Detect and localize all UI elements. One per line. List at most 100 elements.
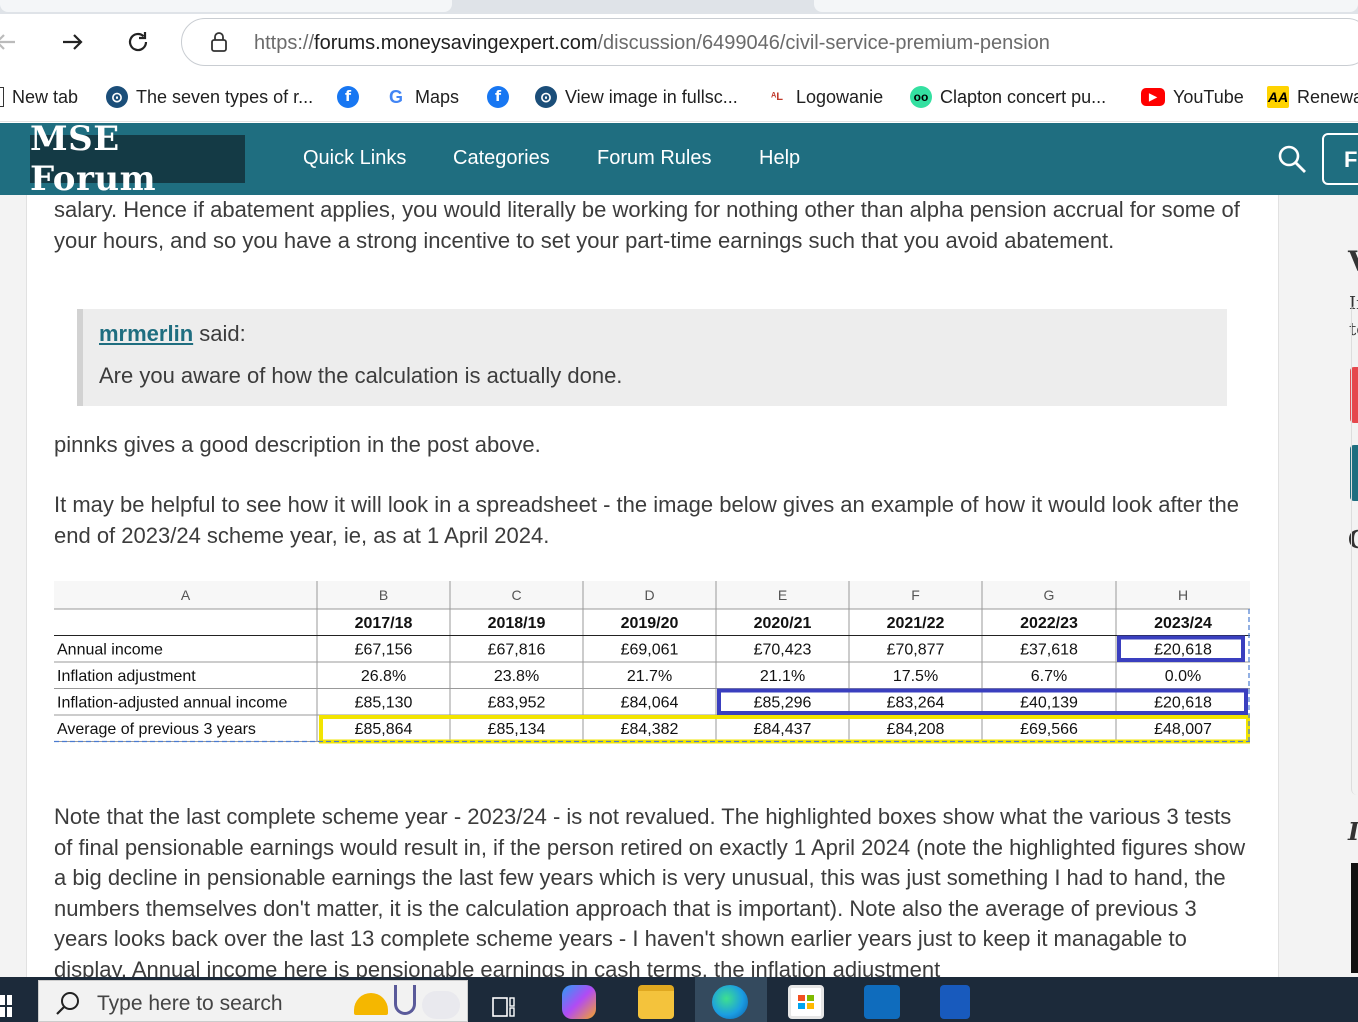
cell-value: £37,618 xyxy=(1020,642,1078,659)
reload-icon xyxy=(128,32,148,52)
column-letter: B xyxy=(379,587,388,603)
quote-attribution: mrmerlin said: xyxy=(99,321,246,346)
column-letter: G xyxy=(1044,587,1055,603)
document-icon[interactable] xyxy=(940,985,970,1019)
bookmark-seven-types[interactable]: ⊙ The seven types of r... xyxy=(106,84,313,110)
file-explorer-icon[interactable] xyxy=(638,985,674,1019)
row-label: Inflation adjustment xyxy=(57,668,196,685)
back-button[interactable] xyxy=(0,24,24,60)
bookmark-facebook-2[interactable]: f xyxy=(487,84,509,110)
column-letter: H xyxy=(1178,587,1188,603)
bookmark-view-image[interactable]: ⊙ View image in fullsc... xyxy=(535,84,738,110)
outlook-icon[interactable] xyxy=(864,985,900,1019)
cell-value: £84,382 xyxy=(621,721,679,738)
arrow-right-icon xyxy=(63,34,83,50)
store-square xyxy=(807,1003,814,1009)
search-icon[interactable] xyxy=(1276,143,1308,175)
spreadsheet-image: A B C D E F G H 2017/18 2018/19 2019/20 2020/21 2021… xyxy=(54,581,1250,751)
cell-value: £85,296 xyxy=(754,695,812,712)
cell-value: £70,423 xyxy=(754,642,812,659)
column-letter: D xyxy=(644,587,654,603)
arrow-left-icon xyxy=(0,34,15,50)
quote-author-link[interactable]: mrmerlin xyxy=(99,321,193,346)
year-header: 2020/21 xyxy=(754,615,812,632)
nav-forum-rules[interactable]: Forum Rules xyxy=(597,147,711,170)
year-header: 2017/18 xyxy=(355,615,413,632)
post-paragraph: It may be helpful to see how it will loo… xyxy=(54,492,1239,548)
year-header: 2022/23 xyxy=(1020,615,1078,632)
cell-value: £20,618 xyxy=(1154,642,1212,659)
post-paragraph: Note that the last complete scheme year … xyxy=(54,804,1246,977)
url-text[interactable]: https://forums.moneysavingexpert.com/dis… xyxy=(254,32,1050,55)
bookmark-renewa[interactable]: AA Renewa xyxy=(1267,84,1358,110)
store-icon[interactable] xyxy=(788,985,824,1019)
nav-quick-links[interactable]: Quick Links xyxy=(303,147,406,170)
page-body: salary. Hence if abatement applies, you … xyxy=(0,195,1358,977)
sidebar-heading-fragment: I xyxy=(1348,817,1358,846)
facebook-icon: f xyxy=(337,86,359,108)
page-icon xyxy=(0,87,4,107)
taskbar-search[interactable]: Type here to search xyxy=(38,980,468,1022)
cell-value: 6.7% xyxy=(1031,668,1067,685)
copilot-icon[interactable] xyxy=(562,985,596,1019)
bookmark-youtube[interactable]: ▶ YouTube xyxy=(1141,84,1244,110)
forward-button[interactable] xyxy=(54,24,90,60)
taskbar-search-placeholder: Type here to search xyxy=(97,992,283,1015)
tab-strip xyxy=(0,0,1358,14)
cell-value: 23.8% xyxy=(494,668,539,685)
taskbar: Type here to search xyxy=(0,977,1358,1022)
cell-value: £84,064 xyxy=(621,695,679,712)
bookmark-logowanie[interactable]: ᴬL Logowanie xyxy=(766,84,883,110)
cell-value: £69,061 xyxy=(621,642,679,659)
browser-tab[interactable] xyxy=(0,0,452,12)
search-icon xyxy=(56,992,79,1015)
row-label: Inflation-adjusted annual income xyxy=(57,695,287,712)
youtube-icon: ▶ xyxy=(1141,88,1165,106)
chef-hat-icon xyxy=(422,991,460,1019)
cell-value: 0.0% xyxy=(1165,668,1201,685)
sidebar-dark-panel xyxy=(1351,863,1358,973)
column-letter: A xyxy=(181,587,191,603)
store-square xyxy=(798,1003,805,1009)
year-header: 2023/24 xyxy=(1154,615,1212,632)
windows-start-icon[interactable] xyxy=(0,995,12,1017)
column-letter: E xyxy=(778,587,787,603)
bookmark-new-tab[interactable]: New tab xyxy=(0,84,78,110)
address-bar[interactable]: https://forums.moneysavingexpert.com/dis… xyxy=(181,18,1358,66)
row-label: Annual income xyxy=(57,642,163,659)
nav-categories[interactable]: Categories xyxy=(453,147,550,170)
column-letter: C xyxy=(511,587,521,603)
site-logo[interactable]: MSE Forum xyxy=(30,119,245,199)
post-paragraph: salary. Hence if abatement applies, you … xyxy=(54,197,1240,253)
nav-help[interactable]: Help xyxy=(759,147,800,170)
search-highlight-image xyxy=(354,983,464,1021)
bookmark-facebook[interactable]: f xyxy=(337,84,359,110)
edge-icon[interactable] xyxy=(712,985,748,1019)
reload-button[interactable] xyxy=(120,24,156,60)
cell-value: £84,208 xyxy=(887,721,945,738)
cell-value: 26.8% xyxy=(361,668,406,685)
task-view-icon[interactable] xyxy=(492,995,516,1019)
bookmark-clapton[interactable]: oo Clapton concert pu... xyxy=(910,84,1106,110)
spreadsheet-grid: A B C D E F G H 2017/18 2018/19 2019/20 2020/21 2021… xyxy=(54,581,1250,744)
post-paragraph: pinnks gives a good description in the p… xyxy=(54,432,541,457)
browser-tab[interactable] xyxy=(814,0,1358,12)
cell-value: £20,618 xyxy=(1154,695,1212,712)
bookmark-maps[interactable]: G Maps xyxy=(385,84,459,110)
browser-toolbar: https://forums.moneysavingexpert.com/dis… xyxy=(0,14,1358,72)
stethoscope-icon xyxy=(394,985,416,1015)
globe-icon: ⊙ xyxy=(535,86,557,108)
google-icon: G xyxy=(385,86,407,108)
facebook-icon: f xyxy=(487,86,509,108)
cell-value: 21.7% xyxy=(627,668,672,685)
bookmarks-bar: New tab ⊙ The seven types of r... f G Ma… xyxy=(0,72,1358,122)
cell-value: £84,437 xyxy=(754,721,812,738)
row-label: Average of previous 3 years xyxy=(57,721,256,738)
site-header: MSE Forum Quick Links Categories Forum R… xyxy=(0,119,1358,199)
store-square xyxy=(798,995,805,1001)
header-button[interactable]: F xyxy=(1322,133,1358,185)
logowanie-icon: ᴬL xyxy=(766,86,788,108)
lock-icon[interactable] xyxy=(210,32,228,52)
cell-value: £85,864 xyxy=(355,721,413,738)
quote-text: Are you aware of how the calculation is … xyxy=(99,363,623,388)
